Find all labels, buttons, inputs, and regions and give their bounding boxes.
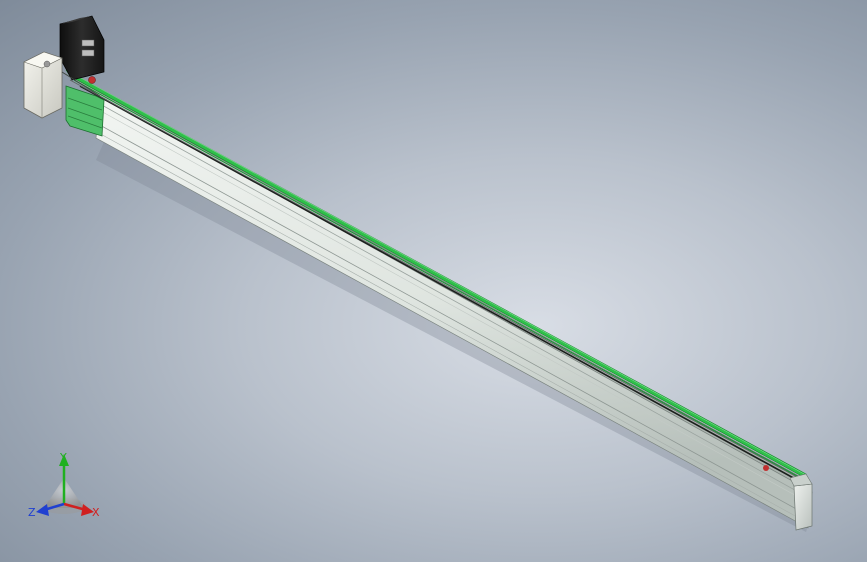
- rail-side-face: [95, 95, 813, 529]
- x-axis-label: X: [92, 506, 100, 519]
- rail-groove-2: [98, 109, 812, 505]
- belt-strip: [65, 69, 810, 481]
- rail-shadow: [96, 142, 812, 532]
- end-pulley-marker: [763, 465, 769, 471]
- y-axis-label: Y: [59, 451, 67, 464]
- belt-lower-edge: [73, 79, 809, 483]
- carriage-marker: [88, 76, 96, 84]
- linear-actuator-model[interactable]: [0, 0, 867, 562]
- axis-triad: Y X Z: [24, 448, 104, 522]
- rail-groove-1: [99, 103, 812, 500]
- 3d-graphics-viewport[interactable]: Y X Z: [0, 0, 867, 562]
- z-axis-label: Z: [28, 506, 36, 519]
- motor-body: [59, 15, 105, 81]
- rail-slot-edge: [69, 79, 807, 483]
- rail-slot-dark: [79, 85, 809, 487]
- belt-highlight: [67, 70, 807, 476]
- motor-connector-2: [81, 49, 95, 57]
- motor-connector-1: [81, 39, 95, 47]
- rail-groove-3: [97, 123, 810, 517]
- rail-groove-4: [96, 131, 809, 524]
- rail-end-cap: [793, 483, 813, 531]
- coupler-bolt: [43, 60, 51, 68]
